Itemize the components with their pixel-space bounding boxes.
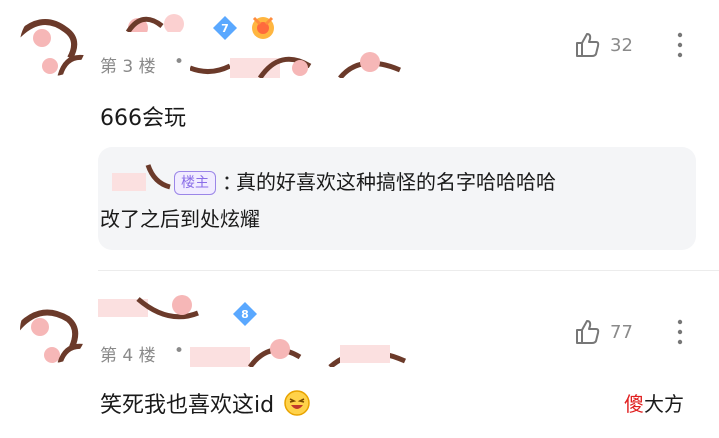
username-mosaic[interactable]	[98, 6, 206, 32]
separator-dot: •	[174, 341, 185, 361]
level-badge-icon: 7	[212, 15, 238, 41]
comment-floor-4: 8 第 4 楼 • 77 笑死我也喜欢这id	[0, 275, 719, 438]
op-badge: 楼主	[174, 171, 216, 195]
reply-preview[interactable]: 楼主 ： 真的好喜欢这种搞怪的名字哈哈哈哈 改了之后到处炫耀	[98, 147, 696, 250]
comment-text-body: 笑死我也喜欢这id	[100, 393, 275, 418]
avatar[interactable]	[20, 297, 86, 363]
comment-text: 666会玩	[100, 106, 186, 131]
thumb-up-icon	[576, 33, 600, 57]
like-button[interactable]: 32	[574, 32, 633, 58]
level-badge-icon: 8	[232, 301, 258, 327]
reply-text: 真的好喜欢这种搞怪的名字哈哈哈哈 改了之后到处炫耀	[100, 164, 688, 238]
more-options-button[interactable]	[675, 32, 685, 62]
floor-number: 第 3 楼	[100, 57, 156, 77]
watermark-rest: 大方	[644, 392, 684, 416]
medal-icon	[248, 12, 278, 42]
location-mosaic	[190, 337, 410, 367]
comment-floor-3: 7 第 3 楼 • 32 666会玩 楼主 ： 真的好喜欢这种搞怪的名字哈哈哈哈…	[0, 0, 719, 270]
more-vertical-icon	[677, 32, 683, 58]
watermark-first-char: 傻	[624, 392, 644, 416]
separator-dot: •	[174, 52, 185, 72]
like-count: 77	[610, 321, 633, 343]
thumb-up-icon	[576, 320, 600, 344]
more-options-button[interactable]	[675, 319, 685, 349]
like-button[interactable]: 77	[574, 319, 633, 345]
reply-line-1: 真的好喜欢这种搞怪的名字哈哈哈哈	[236, 170, 556, 194]
laughing-emoji-icon	[284, 390, 310, 416]
like-count: 32	[610, 34, 633, 56]
reply-line-2: 改了之后到处炫耀	[100, 207, 260, 231]
floor-number: 第 4 楼	[100, 346, 156, 366]
more-vertical-icon	[677, 319, 683, 345]
location-mosaic	[190, 48, 410, 78]
watermark: 傻大方	[624, 388, 684, 417]
divider	[98, 270, 719, 271]
username-mosaic[interactable]	[98, 295, 230, 321]
reply-username-mosaic[interactable]	[112, 161, 172, 191]
comment-text: 笑死我也喜欢这id	[100, 387, 311, 419]
avatar[interactable]	[20, 10, 86, 76]
